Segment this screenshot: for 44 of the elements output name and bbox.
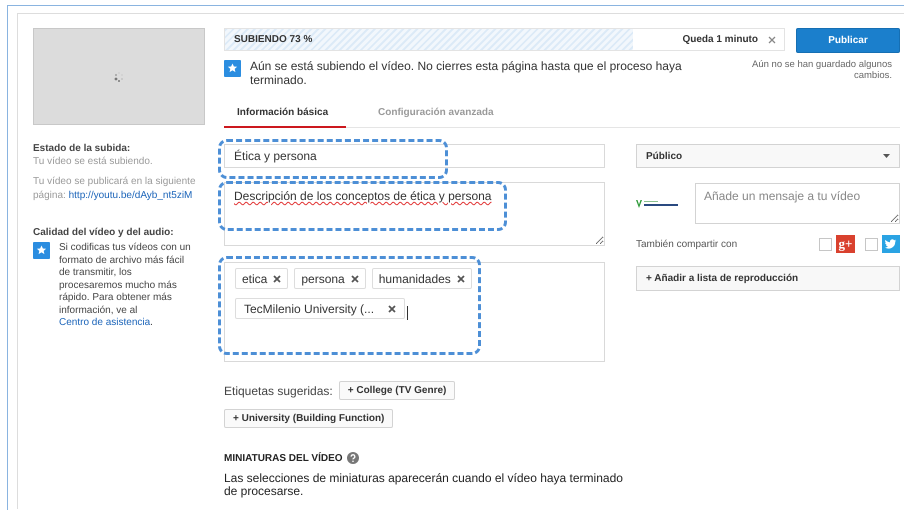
suggested-tag-button[interactable]: + University (Building Function): [224, 409, 394, 428]
close-icon[interactable]: [768, 36, 776, 44]
section-heading: Calidad del vídeo y del audio:: [33, 227, 175, 238]
channel-logo: [636, 198, 680, 208]
share-label: También compartir con: [636, 238, 738, 250]
tab[interactable]: Información básica: [224, 101, 346, 128]
tags-field[interactable]: etica persona humanidades TecMilenio University (...: [224, 262, 605, 362]
tag-chip[interactable]: humanidades: [372, 268, 472, 289]
share-checkbox[interactable]: [819, 238, 832, 250]
tag-chip[interactable]: etica: [235, 268, 288, 289]
share-checkbox[interactable]: [865, 238, 878, 250]
caret-icon: [883, 154, 890, 158]
publish-button[interactable]: Publicar: [796, 28, 900, 53]
upload-status: SUBIENDO 73 %: [234, 34, 314, 45]
description-field[interactable]: Descripción de los conceptos de ética y persona: [224, 182, 605, 246]
publish-note: Tu vídeo se publicará en la siguiente página: http://youtu.be/dAyb_nt5ziM: [33, 175, 197, 203]
status-text: Tu vídeo se está subiendo.: [33, 155, 154, 169]
unsaved-note: Aún no se han guardado algunos cambios.: [751, 59, 892, 81]
add-to-playlist-button[interactable]: + Añadir a lista de reproducción: [636, 266, 900, 291]
bird-icon: [882, 235, 900, 253]
help-link[interactable]: Centro de asistencia: [59, 317, 150, 328]
google-plus-icon: g+: [836, 235, 855, 253]
remove-icon[interactable]: [456, 274, 465, 282]
help-icon[interactable]: [346, 452, 359, 464]
title-field[interactable]: Ética y persona: [224, 144, 605, 168]
thumbnails-note: Las selecciones de miniaturas aparecerán cuando el vídeo haya terminado de procesarse.: [224, 472, 624, 498]
suggested-tag-button[interactable]: + College (TV Genre): [338, 381, 456, 400]
tag-chip[interactable]: TecMilenio University (...: [235, 298, 406, 319]
remove-icon[interactable]: [273, 274, 282, 282]
section-heading: Estado de la subida:: [33, 143, 132, 154]
upload-notice: Aún se está subiendo el vídeo. No cierres esta página hasta que el proceso haya terminado.: [250, 59, 683, 87]
remove-icon[interactable]: [388, 304, 396, 312]
text-cursor: [407, 306, 408, 320]
remove-icon[interactable]: [350, 274, 359, 282]
suggested-tags-label: Etiquetas sugeridas:: [224, 384, 333, 398]
video-link[interactable]: http://youtu.be/dAyb_nt5ziM: [68, 190, 192, 201]
privacy-dropdown[interactable]: Público: [636, 144, 900, 168]
spinner-icon: [113, 70, 125, 82]
time-remaining: Queda 1 minuto: [682, 34, 758, 45]
quality-tip: Si codificas tus vídeos con un formato de archivo más fácil de transmitir, los procesaremos mucho más rápido. Para obtener más información, ve al Centro de asistencia.: [59, 242, 192, 330]
message-field[interactable]: Añade un mensaje a tu vídeo: [695, 183, 900, 224]
privacy-value: Público: [646, 150, 682, 162]
tag-chip[interactable]: persona: [294, 268, 366, 289]
section-heading: MINIATURAS DEL VÍDEO: [224, 452, 343, 464]
